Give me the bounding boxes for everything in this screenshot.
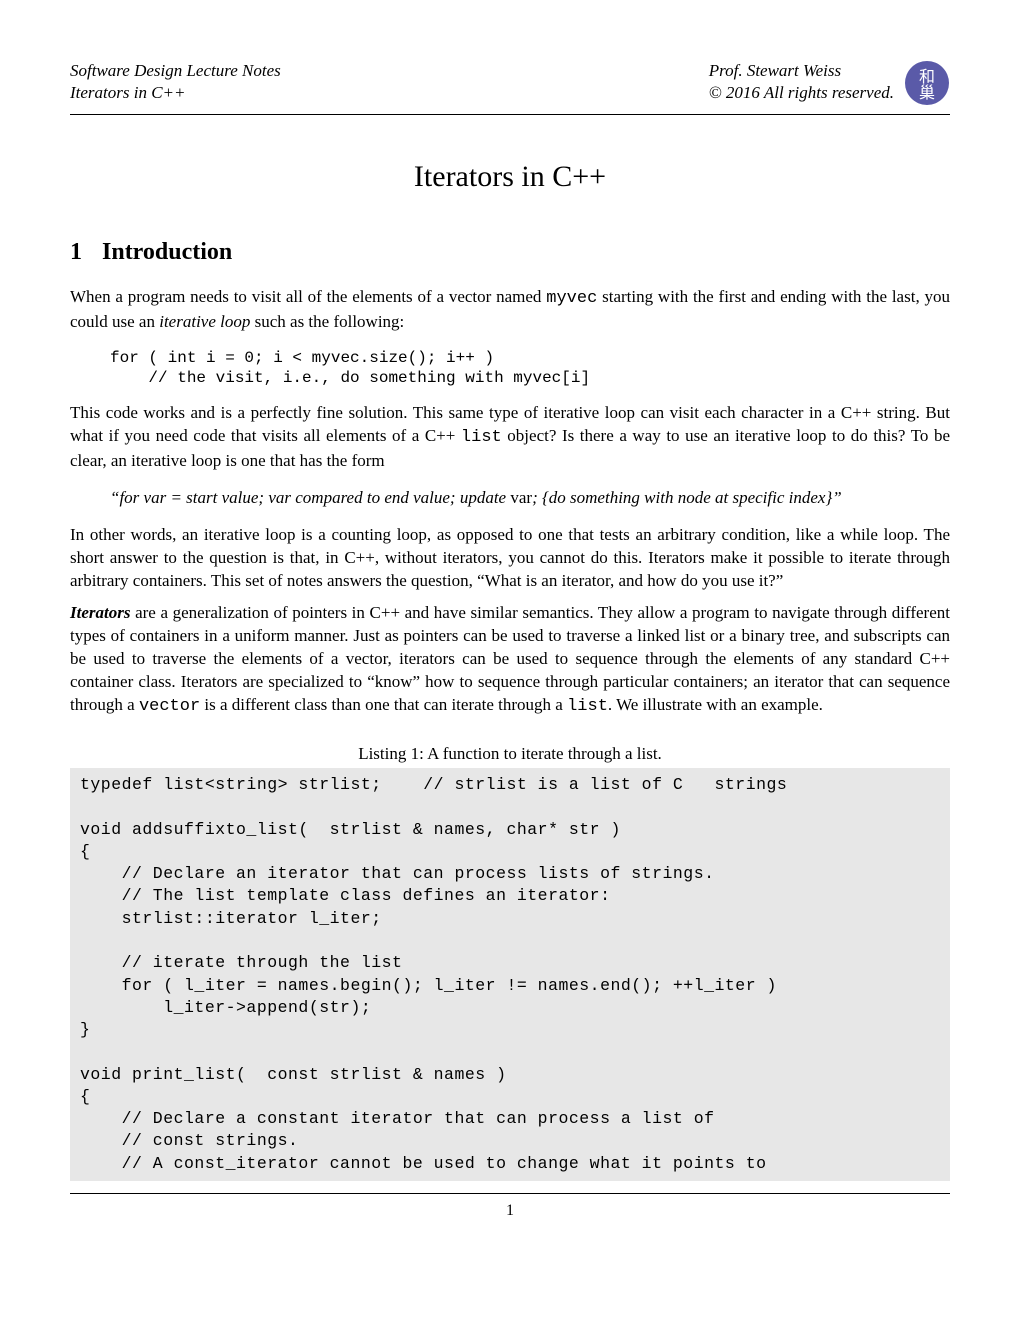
section-name: Introduction <box>102 239 232 265</box>
page-number: 1 <box>70 1202 950 1220</box>
header-course: Software Design Lecture Notes <box>70 60 281 82</box>
intro-paragraph-3: In other words, an iterative loop is a c… <box>70 524 950 593</box>
header-right-wrap: Prof. Stewart Weiss © 2016 All rights re… <box>709 60 950 106</box>
code-vector: vector <box>139 697 200 716</box>
document-title: Iterators in C++ <box>70 160 950 194</box>
intro-paragraph-2: This code works and is a perfectly fine … <box>70 402 950 473</box>
listing-1-code: typedef list<string> strlist; // strlist… <box>70 768 950 1181</box>
svg-text:巢: 巢 <box>919 84 935 102</box>
code-example-1: for ( int i = 0; i < myvec.size(); i++ )… <box>110 348 950 388</box>
svg-text:和: 和 <box>919 68 935 86</box>
header-topic: Iterators in C++ <box>70 82 281 104</box>
intro-paragraph-1: When a program needs to visit all of the… <box>70 286 950 334</box>
intro-paragraph-4: Iterators are a generalization of pointe… <box>70 602 950 719</box>
header-author: Prof. Stewart Weiss <box>709 60 894 82</box>
code-list-2: list <box>567 697 608 716</box>
header-copyright: © 2016 All rights reserved. <box>709 82 894 104</box>
footer-rule <box>70 1193 950 1194</box>
header-right: Prof. Stewart Weiss © 2016 All rights re… <box>709 60 894 104</box>
section-heading: 1 Introduction <box>70 239 950 266</box>
code-myvec: myvec <box>546 289 597 308</box>
code-list: list <box>461 428 502 447</box>
loop-form-quote: “for var = start value; var compared to … <box>110 487 910 510</box>
page: Software Design Lecture Notes Iterators … <box>0 0 1020 1320</box>
page-header: Software Design Lecture Notes Iterators … <box>70 60 950 115</box>
header-left: Software Design Lecture Notes Iterators … <box>70 60 281 104</box>
nest-logo-icon: 和 巢 <box>904 60 950 106</box>
term-iterative-loop: iterative loop <box>159 312 250 331</box>
term-iterators: Iterators <box>70 603 130 622</box>
listing-caption: Listing 1: A function to iterate through… <box>70 744 950 764</box>
section-number: 1 <box>70 239 82 266</box>
